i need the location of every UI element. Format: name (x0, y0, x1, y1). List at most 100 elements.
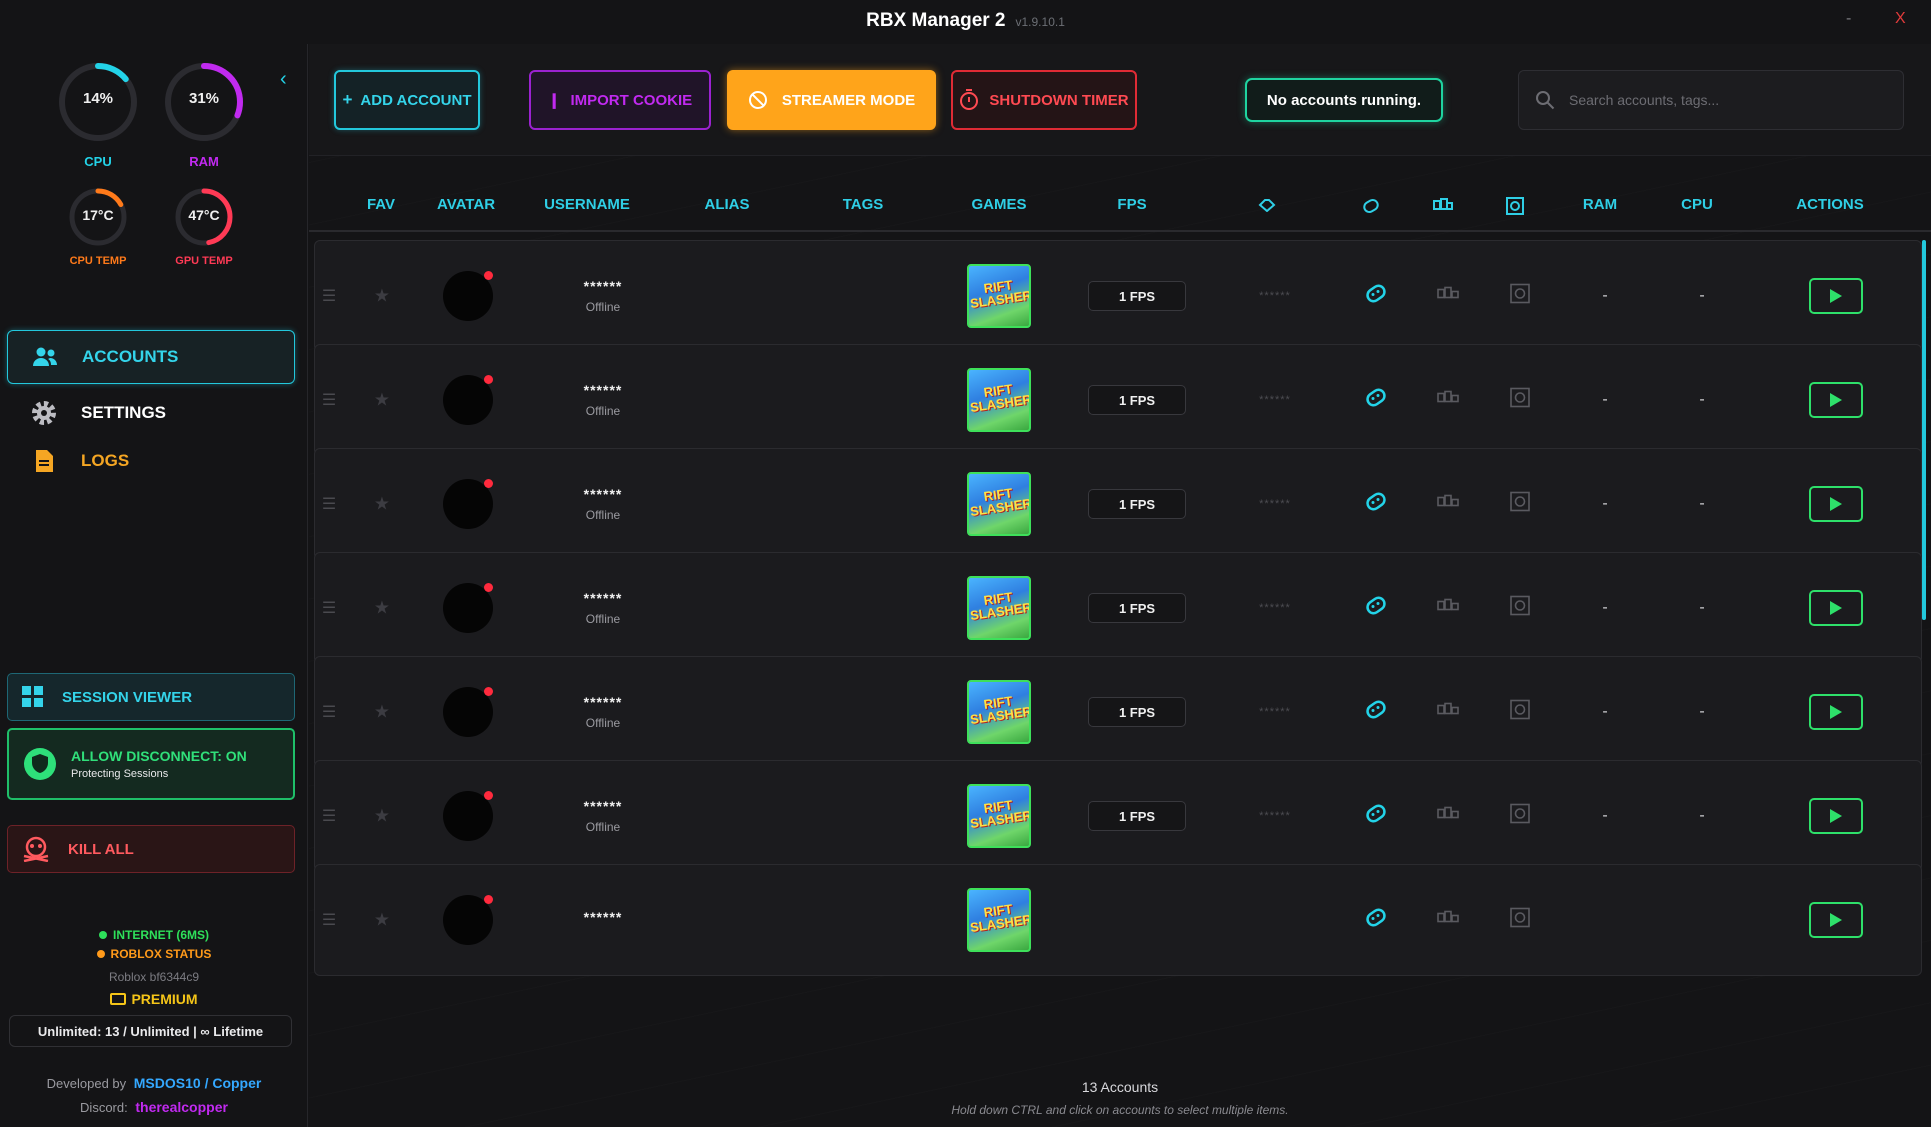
game-thumbnail[interactable]: RIFT SLASHER (967, 472, 1031, 536)
col-username[interactable]: USERNAME (544, 196, 630, 213)
avatar[interactable] (443, 687, 493, 737)
server-icon[interactable] (1510, 803, 1530, 829)
controller-icon[interactable] (1364, 595, 1388, 622)
fps-input[interactable]: 1 FPS (1088, 801, 1186, 831)
game-thumbnail[interactable]: RIFT SLASHER (967, 888, 1031, 952)
controller-icon[interactable] (1364, 283, 1388, 310)
drag-handle-icon[interactable]: ☰ (322, 702, 336, 722)
group-icon[interactable] (1437, 806, 1459, 826)
scrollbar[interactable] (1922, 240, 1926, 620)
fps-input[interactable]: 1 FPS (1088, 697, 1186, 727)
launch-button[interactable] (1809, 590, 1863, 626)
col-games[interactable]: GAMES (971, 196, 1026, 213)
controller-icon[interactable] (1364, 387, 1388, 414)
search-box[interactable] (1518, 70, 1904, 130)
discord-link[interactable]: therealcopper (135, 1099, 228, 1115)
drag-handle-icon[interactable]: ☰ (322, 598, 336, 618)
col-group-icon[interactable] (1433, 198, 1453, 216)
nav-settings[interactable]: SETTINGS (7, 386, 295, 440)
controller-icon[interactable] (1364, 803, 1388, 830)
nav-logs[interactable]: LOGS (7, 434, 295, 488)
allow-disconnect-toggle[interactable]: ALLOW DISCONNECT: ON Protecting Sessions (7, 728, 295, 800)
favorite-star-icon[interactable]: ★ (374, 702, 390, 723)
drag-handle-icon[interactable]: ☰ (322, 494, 336, 514)
nav-accounts[interactable]: ACCOUNTS (7, 330, 295, 384)
launch-button[interactable] (1809, 902, 1863, 938)
favorite-star-icon[interactable]: ★ (374, 910, 390, 931)
game-thumbnail[interactable]: RIFT SLASHER (967, 264, 1031, 328)
col-robux-icon[interactable] (1258, 198, 1276, 216)
group-icon[interactable] (1437, 286, 1459, 306)
import-cookie-button[interactable]: ❙ IMPORT COOKIE (529, 70, 711, 130)
group-icon[interactable] (1437, 598, 1459, 618)
avatar[interactable] (443, 375, 493, 425)
fps-input[interactable]: 1 FPS (1088, 489, 1186, 519)
close-button[interactable]: X (1895, 10, 1906, 28)
account-row[interactable]: ☰ ★ ****** Offline RIFT SLASHER 1 FPS **… (314, 344, 1922, 456)
launch-button[interactable] (1809, 798, 1863, 834)
server-icon[interactable] (1510, 491, 1530, 517)
drag-handle-icon[interactable]: ☰ (322, 910, 336, 930)
col-tags[interactable]: TAGS (843, 196, 884, 213)
server-icon[interactable] (1510, 699, 1530, 725)
account-row[interactable]: ☰ ★ ****** Offline RIFT SLASHER 1 FPS **… (314, 552, 1922, 664)
minimize-button[interactable]: - (1846, 10, 1851, 28)
game-thumbnail[interactable]: RIFT SLASHER (967, 368, 1031, 432)
launch-button[interactable] (1809, 278, 1863, 314)
collapse-sidebar-icon[interactable]: ‹ (280, 68, 287, 91)
col-controller-icon[interactable] (1362, 198, 1380, 218)
account-row[interactable]: ☰ ★ ****** Offline RIFT SLASHER 1 FPS **… (314, 760, 1922, 872)
server-icon[interactable] (1510, 283, 1530, 309)
shutdown-timer-button[interactable]: SHUTDOWN TIMER (951, 70, 1137, 130)
col-avatar[interactable]: AVATAR (437, 196, 495, 213)
favorite-star-icon[interactable]: ★ (374, 806, 390, 827)
avatar[interactable] (443, 895, 493, 945)
col-fps[interactable]: FPS (1117, 196, 1146, 213)
favorite-star-icon[interactable]: ★ (374, 286, 390, 307)
drag-handle-icon[interactable]: ☰ (322, 286, 336, 306)
col-fav[interactable]: FAV (367, 196, 395, 213)
group-icon[interactable] (1437, 702, 1459, 722)
col-alias[interactable]: ALIAS (705, 196, 750, 213)
avatar[interactable] (443, 271, 493, 321)
server-icon[interactable] (1510, 907, 1530, 933)
launch-button[interactable] (1809, 382, 1863, 418)
game-thumbnail[interactable]: RIFT SLASHER (967, 576, 1031, 640)
favorite-star-icon[interactable]: ★ (374, 598, 390, 619)
controller-icon[interactable] (1364, 907, 1388, 934)
launch-button[interactable] (1809, 486, 1863, 522)
game-thumbnail[interactable]: RIFT SLASHER (967, 680, 1031, 744)
account-row[interactable]: ☰ ★ ****** Offline RIFT SLASHER 1 FPS **… (314, 448, 1922, 560)
favorite-star-icon[interactable]: ★ (374, 390, 390, 411)
server-icon[interactable] (1510, 387, 1530, 413)
server-icon[interactable] (1510, 595, 1530, 621)
group-icon[interactable] (1437, 494, 1459, 514)
account-row[interactable]: ☰ ★ ****** RIFT SLASHER (314, 864, 1922, 976)
add-account-button[interactable]: + ADD ACCOUNT (334, 70, 480, 130)
col-server-icon[interactable] (1506, 197, 1524, 219)
fps-input[interactable]: 1 FPS (1088, 281, 1186, 311)
account-row[interactable]: ☰ ★ ****** Offline RIFT SLASHER 1 FPS **… (314, 656, 1922, 768)
search-input[interactable] (1569, 92, 1869, 108)
group-icon[interactable] (1437, 390, 1459, 410)
account-row[interactable]: ☰ ★ ****** Offline RIFT SLASHER 1 FPS **… (314, 240, 1922, 352)
controller-icon[interactable] (1364, 699, 1388, 726)
avatar[interactable] (443, 479, 493, 529)
drag-handle-icon[interactable]: ☰ (322, 390, 336, 410)
launch-button[interactable] (1809, 694, 1863, 730)
avatar[interactable] (443, 791, 493, 841)
fps-input[interactable]: 1 FPS (1088, 593, 1186, 623)
drag-handle-icon[interactable]: ☰ (322, 806, 336, 826)
session-viewer-button[interactable]: SESSION VIEWER (7, 673, 295, 721)
developer-link[interactable]: MSDOS10 / Copper (134, 1075, 262, 1091)
kill-all-button[interactable]: KILL ALL (7, 825, 295, 873)
group-icon[interactable] (1437, 910, 1459, 930)
streamer-mode-button[interactable]: STREAMER MODE (727, 70, 936, 130)
col-actions[interactable]: ACTIONS (1796, 196, 1864, 213)
controller-icon[interactable] (1364, 491, 1388, 518)
game-thumbnail[interactable]: RIFT SLASHER (967, 784, 1031, 848)
avatar[interactable] (443, 583, 493, 633)
fps-input[interactable]: 1 FPS (1088, 385, 1186, 415)
col-cpu[interactable]: CPU (1681, 196, 1713, 213)
col-ram[interactable]: RAM (1583, 196, 1617, 213)
